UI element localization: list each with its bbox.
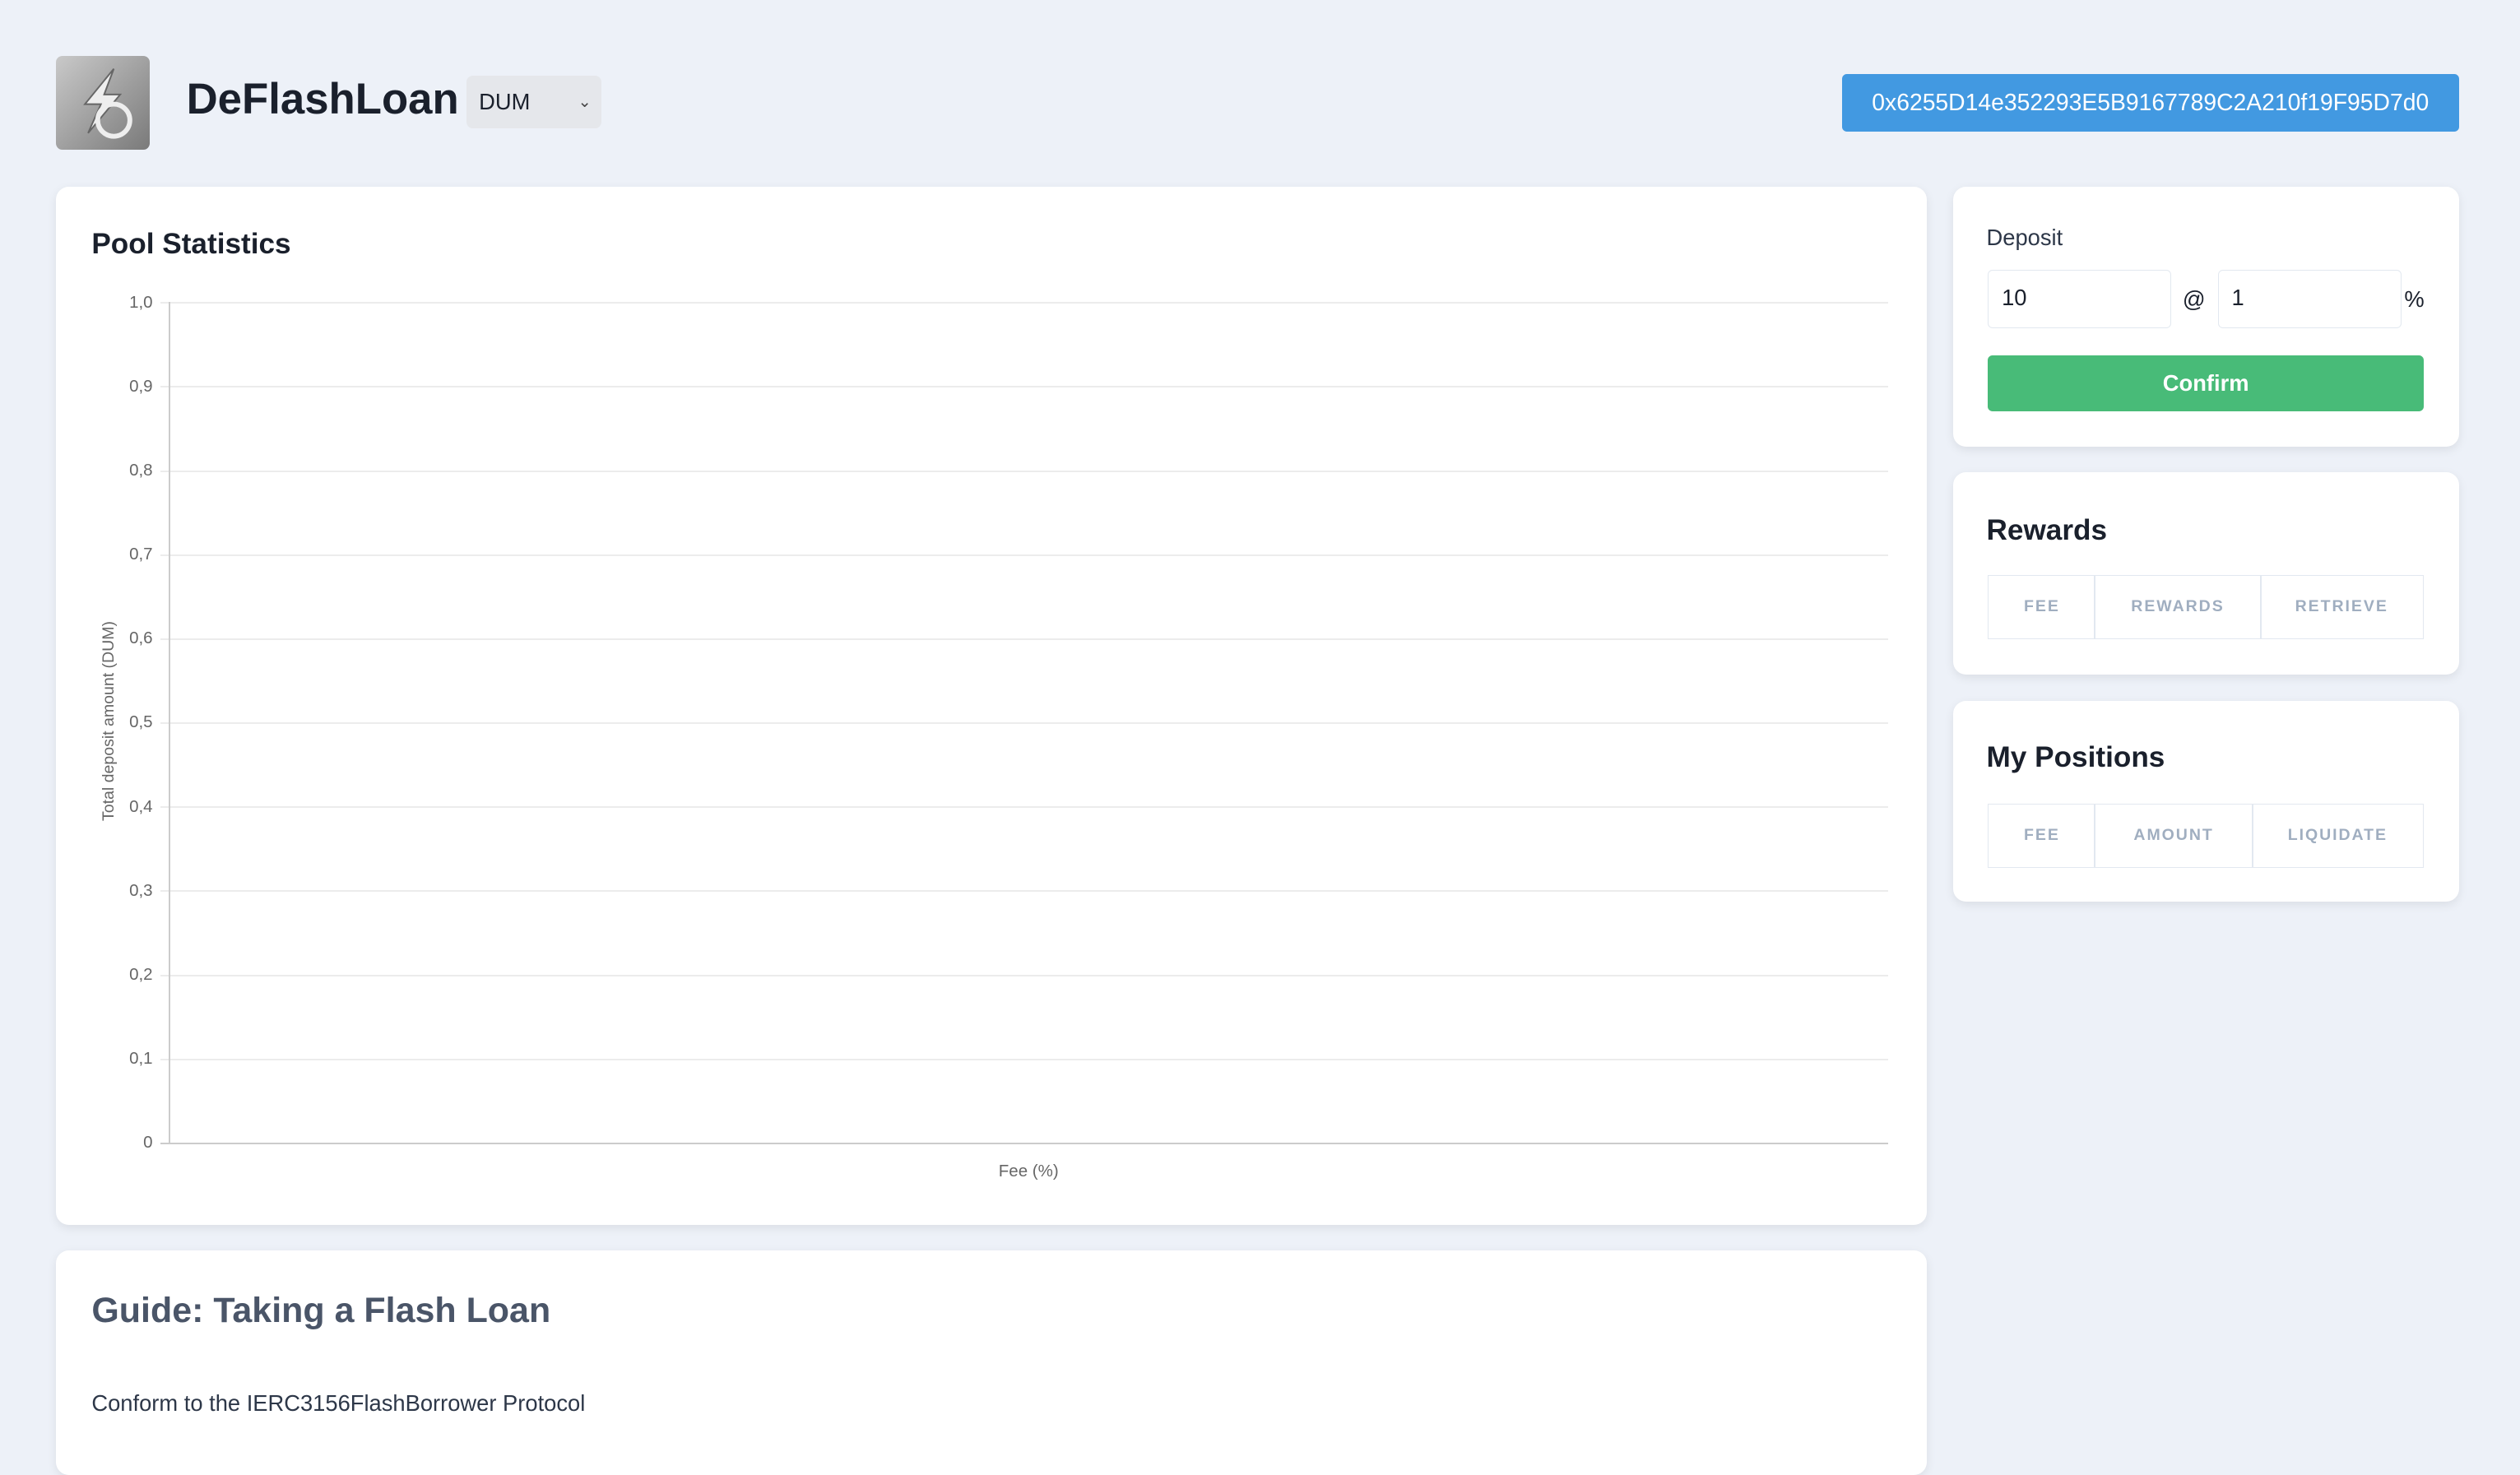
app-title: DeFlashLoan	[186, 74, 459, 123]
guide-text: Conform to the IERC3156FlashBorrower Pro…	[91, 1389, 586, 1416]
grid-line	[160, 974, 1889, 976]
token-select[interactable]: DUM ⌄	[466, 75, 601, 129]
rewards-col-retrieve: RETRIEVE	[2259, 575, 2424, 640]
y-tick-label: 0,4	[129, 796, 153, 816]
y-tick-label: 0,3	[129, 880, 153, 900]
y-tick-label: 0,8	[129, 460, 153, 480]
positions-col-fee: FEE	[1988, 803, 2096, 868]
grid-line	[160, 302, 1889, 304]
y-tick-label: 0	[143, 1133, 153, 1153]
grid-line	[160, 554, 1889, 556]
deposit-amount-input[interactable]: 10	[1988, 270, 2172, 328]
y-tick-label: 0,2	[129, 964, 153, 984]
guide-title: Guide: Taking a Flash Loan	[91, 1290, 551, 1330]
grid-line	[160, 890, 1889, 893]
y-tick-label: 0,6	[129, 628, 153, 648]
rewards-col-fee: FEE	[1988, 575, 2096, 640]
percent-sign: %	[2404, 285, 2425, 312]
chevron-down-icon: ⌄	[578, 92, 592, 111]
chart-x-label: Fee (%)	[998, 1162, 1059, 1181]
logo	[56, 56, 150, 150]
grid-line	[160, 1058, 1889, 1060]
grid-line	[160, 1142, 1889, 1144]
confirm-button[interactable]: Confirm	[1988, 355, 2424, 412]
guide-card	[56, 1250, 1928, 1475]
y-axis	[169, 302, 171, 1143]
positions-title: My Positions	[1986, 740, 2165, 773]
grid-line	[160, 470, 1889, 472]
grid-line	[160, 806, 1889, 809]
y-tick-label: 0,5	[129, 712, 153, 732]
wallet-address-button[interactable]: 0x6255D14e352293E5B9167789C2A210f19F95D7…	[1841, 73, 2459, 132]
pool-statistics-title: Pool Statistics	[91, 228, 291, 261]
rewards-title: Rewards	[1986, 514, 2108, 547]
deposit-fee-input[interactable]: 1	[2217, 270, 2402, 328]
rewards-card	[1952, 472, 2459, 675]
grid-line	[160, 386, 1889, 388]
y-tick-label: 0,1	[129, 1049, 153, 1069]
y-tick-label: 0,9	[129, 376, 153, 396]
positions-col-liquidate: LIQUIDATE	[2251, 803, 2424, 868]
y-tick-label: 1,0	[129, 292, 153, 312]
deposit-label: Deposit	[1986, 225, 2063, 251]
lightning-coin-icon	[83, 68, 133, 139]
token-select-value: DUM	[479, 88, 531, 114]
rewards-col-rewards: REWARDS	[2094, 575, 2262, 640]
pool-statistics-card	[56, 186, 1928, 1225]
at-sign: @	[2182, 285, 2206, 312]
chart-y-label: Total deposit amount (DUM)	[100, 621, 118, 822]
y-tick-label: 0,7	[129, 545, 153, 564]
grid-line	[160, 638, 1889, 640]
grid-line	[160, 722, 1889, 725]
positions-card	[1952, 700, 2459, 902]
positions-col-amount: AMOUNT	[2094, 803, 2253, 868]
